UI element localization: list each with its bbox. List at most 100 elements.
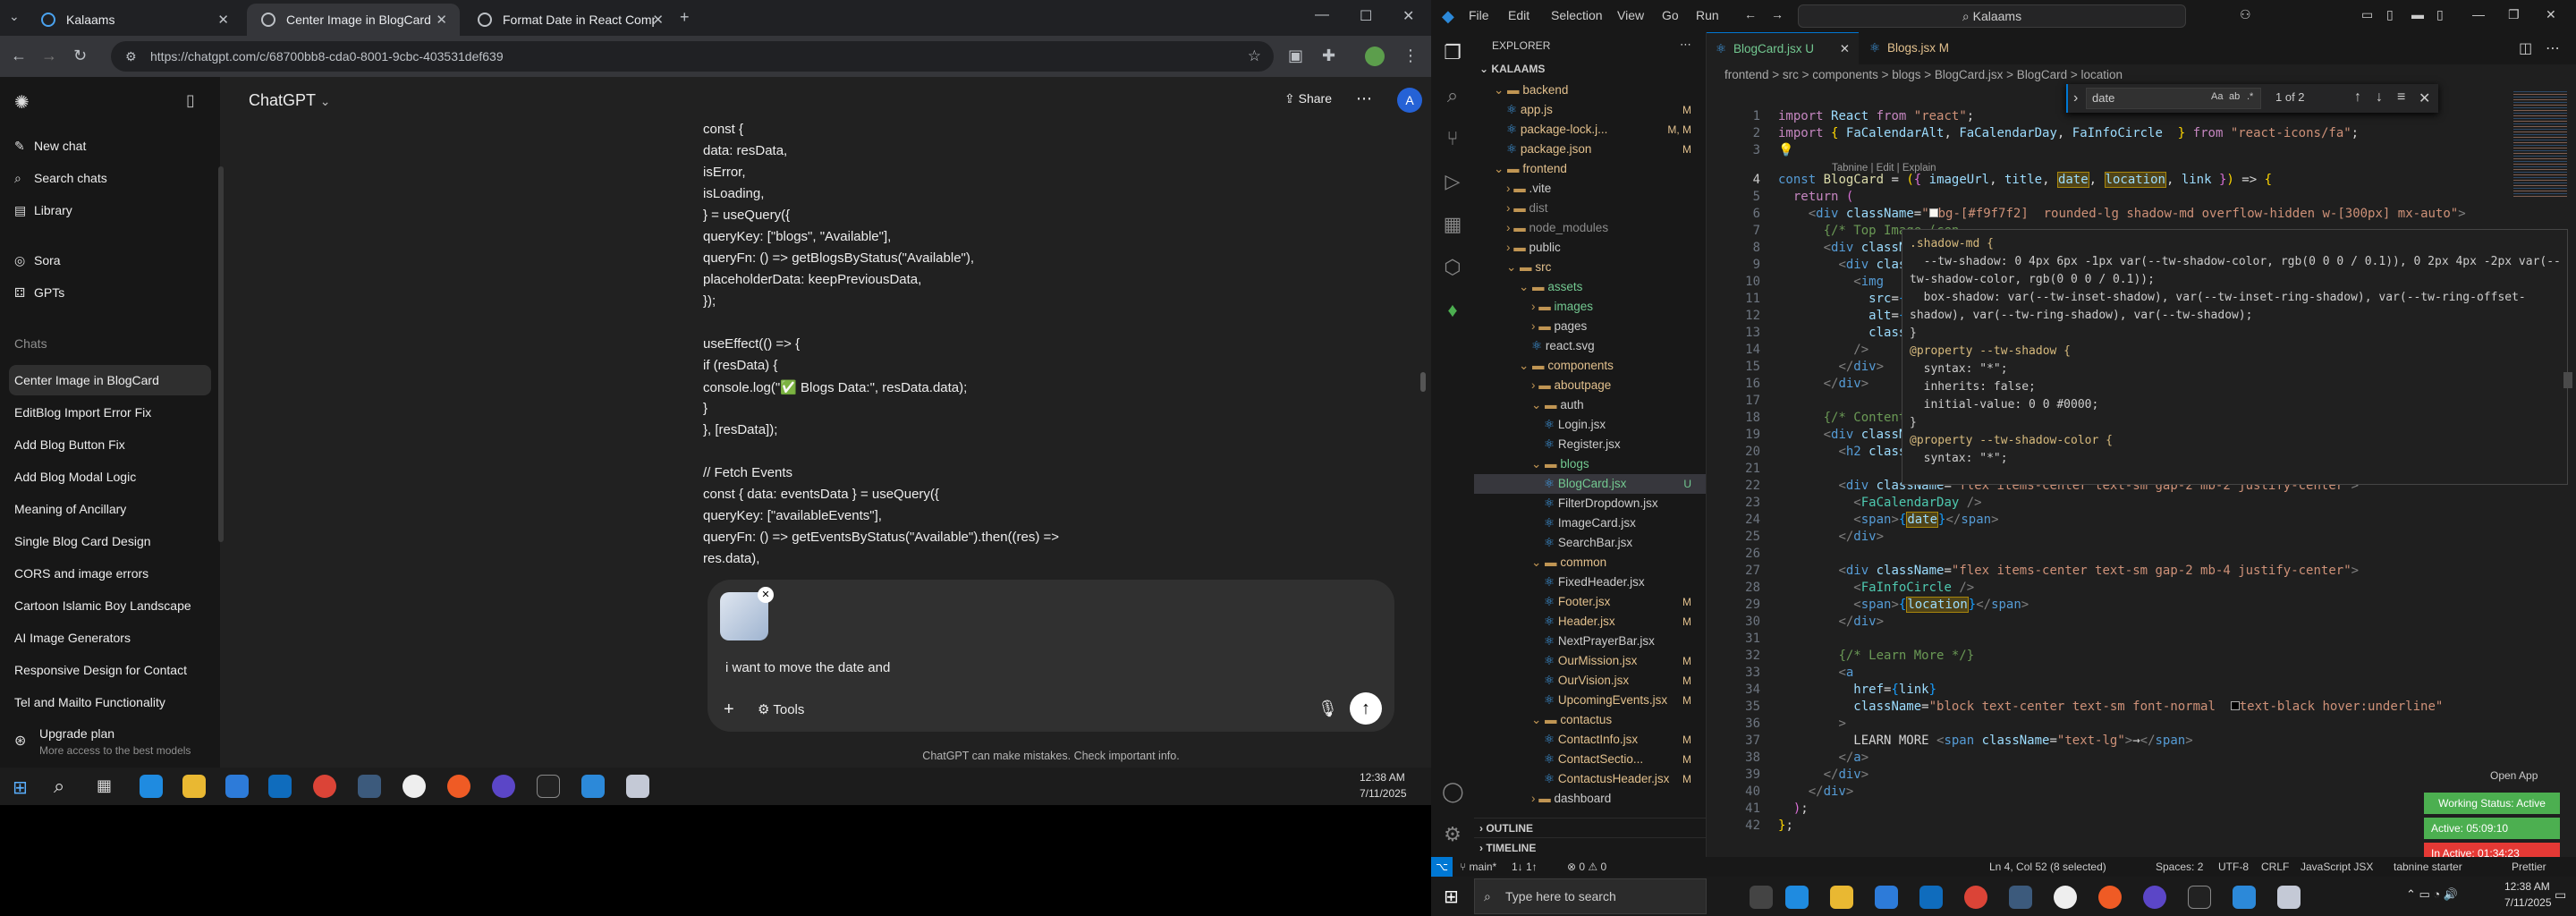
tree-item[interactable]: ⌄ ▬ blogs: [1474, 454, 1706, 474]
vscode-icon[interactable]: [581, 775, 605, 798]
tree-item[interactable]: ⚛ BlogCard.jsx U: [1474, 474, 1706, 494]
nav-back-icon[interactable]: ←: [1744, 7, 1757, 21]
tree-item[interactable]: ⚛ FixedHeader.jsx: [1474, 572, 1706, 592]
user-avatar[interactable]: A: [1397, 88, 1422, 113]
minimap[interactable]: [2513, 89, 2567, 197]
zoom-icon[interactable]: [2143, 886, 2166, 909]
tree-item[interactable]: ⚛ ContactusHeader.jsx M: [1474, 769, 1706, 789]
next-match-icon[interactable]: ↓: [2376, 89, 2383, 106]
tabnine-status[interactable]: tabnine starter: [2394, 857, 2462, 877]
mongodb-icon[interactable]: ♦: [1442, 299, 1463, 321]
postman-icon[interactable]: [2098, 886, 2122, 909]
sidebar-chat-item[interactable]: Add Blog Button Fix: [9, 429, 211, 460]
tab-blogcard[interactable]: ⚛ BlogCard.jsx U ✕: [1707, 32, 1859, 64]
timeline-section[interactable]: › TIMELINE: [1474, 837, 1706, 857]
tree-item[interactable]: › ▬ dist: [1474, 199, 1706, 218]
tree-item[interactable]: › ▬ dashboard: [1474, 789, 1706, 809]
tab-blogs[interactable]: ⚛ Blogs.jsx M: [1860, 32, 1995, 64]
reload-icon[interactable]: ↻: [73, 47, 87, 65]
attached-image[interactable]: ✕: [720, 587, 774, 640]
cursor-position[interactable]: Ln 4, Col 52 (8 selected): [1989, 857, 2106, 877]
browser-tab[interactable]: Format Date in React Compon ✕: [463, 4, 676, 36]
search-icon[interactable]: ⌕: [1442, 84, 1463, 106]
minimize-icon[interactable]: —: [1315, 7, 1329, 23]
search-chats-button[interactable]: ⌕ Search chats: [9, 163, 211, 193]
restore-icon[interactable]: ❐: [2508, 7, 2520, 22]
editor-scrollbar[interactable]: [2563, 372, 2572, 388]
upgrade-plan[interactable]: ⊛ Upgrade plan More access to the best m…: [9, 723, 211, 766]
library-button[interactable]: ▤ Library: [9, 195, 211, 225]
source-control-icon[interactable]: ⑂: [1442, 127, 1463, 149]
taskbar-search-box[interactable]: ⌕ Type here to search: [1474, 878, 1707, 914]
start-windows-icon[interactable]: ⊞: [13, 776, 28, 799]
account-icon[interactable]: ◯: [1442, 780, 1464, 802]
tree-item[interactable]: ⚛ ImageCard.jsx: [1474, 513, 1706, 533]
edge-icon[interactable]: [140, 775, 163, 798]
tree-item[interactable]: › ▬ images: [1474, 297, 1706, 317]
app-icon[interactable]: [402, 775, 426, 798]
regex-icon[interactable]: .*: [2247, 91, 2253, 102]
breadcrumb[interactable]: frontend > src > components > blogs > Bl…: [1724, 68, 2123, 81]
tree-item[interactable]: ⌄ ▬ frontend: [1474, 159, 1706, 179]
menu-item-edit[interactable]: Edit: [1508, 8, 1530, 22]
gpts-button[interactable]: ⚃ GPTs: [9, 277, 211, 308]
tree-item[interactable]: › ▬ aboutpage: [1474, 376, 1706, 395]
tree-item[interactable]: ⚛ Footer.jsx M: [1474, 592, 1706, 612]
site-info-icon[interactable]: ⚙: [125, 41, 137, 72]
panel-toggle-icon[interactable]: ▬: [2411, 7, 2424, 21]
new-tab-icon[interactable]: +: [680, 8, 690, 27]
explorer-more-icon[interactable]: ⋯: [1680, 38, 1691, 52]
sidebar-chat-item[interactable]: Center Image in BlogCard: [9, 365, 211, 395]
extension-icon[interactable]: ▣: [1288, 47, 1303, 65]
browser-tab[interactable]: Kalaams ✕: [27, 4, 242, 36]
forward-icon[interactable]: →: [41, 47, 57, 65]
start-windows-icon[interactable]: ⊞: [1444, 886, 1459, 908]
store-icon[interactable]: [225, 775, 249, 798]
taskbar-search-icon[interactable]: ⌕: [54, 775, 64, 798]
file-explorer-icon[interactable]: [1830, 886, 1853, 909]
chrome-icon[interactable]: [1964, 886, 1987, 909]
tree-item[interactable]: ⚛ ContactInfo.jsx M: [1474, 730, 1706, 750]
tree-item[interactable]: ⚛ ContactSectio... M: [1474, 750, 1706, 769]
sidebar-toggle-icon[interactable]: ▯: [2386, 7, 2394, 22]
outline-section[interactable]: › OUTLINE: [1474, 818, 1706, 837]
close-tab-icon[interactable]: ✕: [652, 12, 664, 28]
close-window-icon[interactable]: ✕: [1402, 7, 1414, 25]
encoding[interactable]: UTF-8: [2218, 857, 2249, 877]
close-window-icon[interactable]: ✕: [2546, 7, 2556, 22]
tree-item[interactable]: ⚛ UpcomingEvents.jsx M: [1474, 691, 1706, 710]
sidebar-chat-item[interactable]: Cartoon Islamic Boy Landscape: [9, 590, 211, 621]
sidebar-chat-item[interactable]: Tel and Mailto Functionality: [9, 687, 211, 717]
minimize-icon[interactable]: —: [2472, 7, 2485, 21]
address-bar[interactable]: ⚙ https://chatgpt.com/c/68700bb8-cda0-80…: [111, 41, 1274, 72]
menu-item-run[interactable]: Run: [1696, 8, 1719, 22]
menu-item-selection[interactable]: Selection: [1551, 8, 1603, 22]
tree-item[interactable]: ⚛ SearchBar.jsx: [1474, 533, 1706, 553]
tree-item[interactable]: › ▬ node_modules: [1474, 218, 1706, 238]
extensions-puzzle-icon[interactable]: ✚: [1322, 47, 1335, 65]
toggle-replace-icon[interactable]: ›: [2073, 90, 2078, 106]
language-mode[interactable]: JavaScript JSX: [2301, 857, 2373, 877]
tools-button[interactable]: ⚙ Tools: [758, 701, 804, 717]
close-find-icon[interactable]: ✕: [2419, 89, 2430, 107]
tree-item[interactable]: ⚛ app.js M: [1474, 100, 1706, 120]
indentation[interactable]: Spaces: 2: [2156, 857, 2203, 877]
app-icon[interactable]: [2054, 886, 2077, 909]
manage-gear-icon[interactable]: ⚙: [1442, 823, 1463, 845]
sidebar-chat-item[interactable]: Responsive Design for Contact: [9, 655, 211, 685]
copilot-icon[interactable]: ⚇: [2240, 7, 2251, 22]
microphone-icon[interactable]: 🎙: [1318, 700, 1338, 718]
menu-item-view[interactable]: View: [1617, 8, 1644, 22]
more-options-icon[interactable]: ⋯: [1356, 89, 1372, 108]
tree-item[interactable]: ⚛ Register.jsx: [1474, 435, 1706, 454]
tree-item[interactable]: ⌄ ▬ backend: [1474, 81, 1706, 100]
outlook-icon[interactable]: [268, 775, 292, 798]
extensions-icon[interactable]: ▦: [1442, 213, 1463, 235]
line-ending[interactable]: CRLF: [2261, 857, 2289, 877]
send-button[interactable]: ↑: [1350, 692, 1382, 725]
tabnine-icon[interactable]: ⬡: [1442, 256, 1463, 278]
message-composer[interactable]: ✕ i want to move the date and + ⚙ Tools …: [708, 580, 1394, 732]
terminal-icon[interactable]: [537, 775, 560, 798]
split-editor-icon[interactable]: ◫: [2519, 39, 2532, 57]
tree-item[interactable]: ⌄ ▬ src: [1474, 258, 1706, 277]
